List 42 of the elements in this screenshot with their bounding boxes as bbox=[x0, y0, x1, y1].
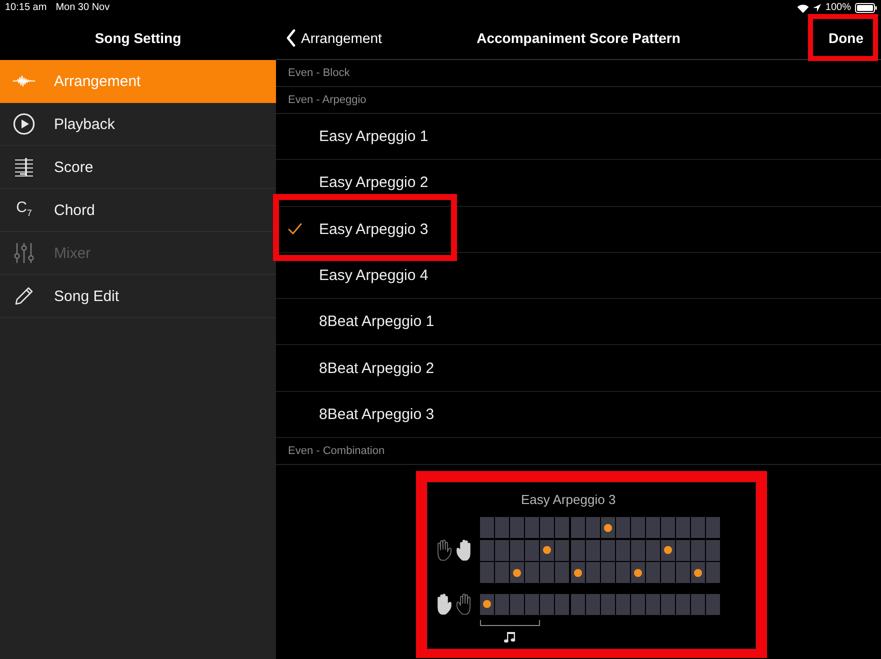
note-dot-icon bbox=[604, 524, 612, 532]
chord-symbol: C$_{7}$ bbox=[16, 198, 32, 220]
list-item[interactable]: 8Beat Arpeggio 3 bbox=[276, 392, 881, 438]
section-header: Even - Block bbox=[276, 60, 881, 87]
pattern-title: Easy Arpeggio 3 bbox=[520, 492, 617, 508]
wifi-icon bbox=[797, 4, 810, 12]
list-item[interactable]: Easy Arpeggio 2 bbox=[276, 160, 881, 207]
note-dot-icon bbox=[634, 568, 642, 577]
status-date: Mon 30 Nov bbox=[56, 2, 110, 14]
note-dot-icon bbox=[664, 546, 672, 554]
battery-percent: 100% bbox=[825, 2, 851, 14]
status-time: 10:15 am bbox=[5, 2, 47, 14]
list-item[interactable]: Easy Arpeggio 4 bbox=[276, 252, 881, 300]
play-icon bbox=[13, 113, 35, 135]
list-item[interactable]: 8Beat Arpeggio 2 bbox=[276, 345, 881, 392]
location-arrow-icon bbox=[813, 4, 822, 12]
section-header: Even - Arpeggio bbox=[276, 87, 881, 114]
note-dot-icon bbox=[483, 600, 491, 608]
list-item[interactable]: Easy Arpeggio 3 bbox=[276, 206, 881, 253]
note-dot-icon bbox=[574, 568, 582, 577]
waveform-icon bbox=[13, 75, 35, 87]
section-header: Even - Combination bbox=[276, 438, 881, 466]
sliders-icon bbox=[13, 242, 35, 264]
pencil-icon bbox=[13, 285, 35, 307]
staff-lines-icon bbox=[14, 157, 34, 177]
sidebar-item[interactable]: Score bbox=[0, 146, 276, 189]
sidebar-title: Song Setting bbox=[94, 30, 182, 46]
beamed-notes-icon bbox=[504, 631, 516, 644]
list-item[interactable]: Easy Arpeggio 1 bbox=[276, 114, 881, 160]
list-item[interactable]: 8Beat Arpeggio 1 bbox=[276, 299, 881, 346]
done-button[interactable]: Done bbox=[816, 18, 876, 58]
battery-icon bbox=[855, 3, 877, 13]
note-dot-icon bbox=[694, 568, 702, 577]
bracket-icon bbox=[480, 620, 540, 626]
page-title: Accompaniment Score Pattern bbox=[476, 30, 680, 46]
note-dot-icon bbox=[513, 568, 522, 577]
back-button[interactable]: Arrangement bbox=[276, 26, 386, 48]
sidebar-item[interactable]: Song Edit bbox=[0, 275, 276, 318]
sidebar-item[interactable]: Playback bbox=[0, 103, 276, 146]
chevron-left-icon bbox=[286, 28, 296, 46]
note-dot-icon bbox=[543, 546, 552, 554]
sidebar-item[interactable]: C$_{7}$ Chord bbox=[0, 189, 276, 232]
